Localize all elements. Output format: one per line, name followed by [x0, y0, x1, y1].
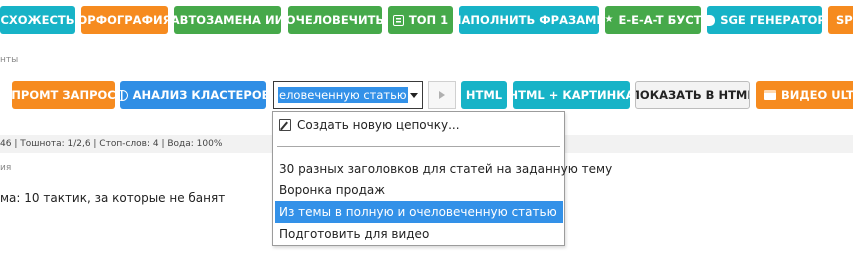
- brain-icon: [120, 89, 128, 101]
- fill-phrases-button[interactable]: НАПОЛНИТЬ ФРАЗАМИ: [459, 6, 599, 34]
- create-chain-label: Создать новую цепочку...: [297, 118, 460, 132]
- eeat-boost-label: E-E-A-T БУСТ: [618, 13, 701, 27]
- ai-replace-button[interactable]: АВТОЗАМЕНА ИИ: [174, 6, 281, 34]
- show-html-label: ПОКАЗАТЬ В HTML: [635, 88, 750, 102]
- spin-label: SPI: [836, 13, 853, 27]
- html-label: HTML: [465, 88, 503, 102]
- dropdown-option-label: 30 разных заголовков для статей на задан…: [279, 162, 613, 176]
- eeat-boost-button[interactable]: ★ E-E-A-T БУСТ: [605, 6, 701, 34]
- similarity-button[interactable]: СХОЖЕСТЬ: [0, 6, 75, 34]
- similarity-label: СХОЖЕСТЬ: [0, 13, 75, 27]
- html-image-button[interactable]: HTML + КАРТИНКА: [513, 81, 630, 109]
- dropdown-option[interactable]: Подготовить для видео: [275, 223, 563, 245]
- create-chain-option[interactable]: Создать новую цепочку...: [275, 114, 563, 136]
- sge-generator-button[interactable]: SGE ГЕНЕРАТОР: [707, 6, 822, 34]
- humanize-button[interactable]: ОЧЕЛОВЕЧИТЬ: [288, 6, 382, 34]
- ai-replace-label: АВТОЗАМЕНА ИИ: [174, 13, 281, 27]
- sge-generator-label: SGE ГЕНЕРАТОР: [720, 13, 822, 27]
- robot-icon: [707, 14, 716, 26]
- dropdown-option[interactable]: 30 разных заголовков для статей на задан…: [275, 158, 612, 180]
- dropdown-option-label: Подготовить для видео: [279, 227, 430, 241]
- section-caption-top: нты: [0, 55, 19, 65]
- spelling-label: ОРФОГРАФИЯ: [81, 13, 168, 27]
- html-button[interactable]: HTML: [461, 81, 507, 109]
- stats-text: 46 | Тошнота: 1/2,6 | Стоп-слов: 4 | Вод…: [0, 139, 223, 149]
- top1-button[interactable]: ТОП 1: [388, 6, 453, 34]
- cluster-analysis-button[interactable]: АНАЛИЗ КЛАСТЕРОВ: [120, 81, 266, 109]
- html-image-label: HTML + КАРТИНКА: [513, 88, 630, 102]
- dropdown-separator: [277, 146, 560, 147]
- spin-button[interactable]: SPI: [828, 6, 853, 34]
- film-icon: [764, 90, 776, 100]
- chevron-down-icon: [410, 92, 418, 98]
- spelling-button[interactable]: ОРФОГРАФИЯ: [81, 6, 168, 34]
- top1-label: ТОП 1: [408, 13, 449, 27]
- prompt-request-label: ПРОМТ ЗАПРОС: [12, 88, 115, 102]
- fill-phrases-label: НАПОЛНИТЬ ФРАЗАМИ: [459, 13, 599, 27]
- list-icon: [392, 14, 404, 26]
- cluster-analysis-label: АНАЛИЗ КЛАСТЕРОВ: [132, 88, 266, 102]
- play-icon: [439, 91, 445, 99]
- topic-text: ма: 10 тактик, за которые не банят: [0, 191, 226, 205]
- video-ultra-label: ВИДЕО ULTRA: [781, 88, 853, 102]
- dropdown-option-label: Из темы в полную и очеловеченную статью: [279, 205, 557, 219]
- section-caption-bottom: ия: [0, 163, 12, 173]
- dropdown-option[interactable]: Воронка продаж: [275, 179, 563, 201]
- show-html-button[interactable]: ПОКАЗАТЬ В HTML: [635, 81, 750, 109]
- humanize-label: ОЧЕЛОВЕЧИТЬ: [288, 13, 382, 27]
- edit-icon: [279, 119, 291, 131]
- prompt-request-button[interactable]: ПРОМТ ЗАПРОС: [12, 81, 115, 109]
- chain-dropdown-list[interactable]: Создать новую цепочку... 30 разных загол…: [272, 111, 612, 246]
- video-ultra-button[interactable]: ВИДЕО ULTRA: [756, 81, 853, 109]
- run-chain-button[interactable]: [428, 81, 456, 109]
- chain-select[interactable]: еловеченную статью: [273, 81, 423, 109]
- chain-select-value: еловеченную статью: [278, 87, 408, 103]
- star-icon: ★: [605, 14, 614, 25]
- dropdown-option-label: Воронка продаж: [279, 183, 386, 197]
- dropdown-option-selected[interactable]: Из темы в полную и очеловеченную статью: [275, 201, 563, 223]
